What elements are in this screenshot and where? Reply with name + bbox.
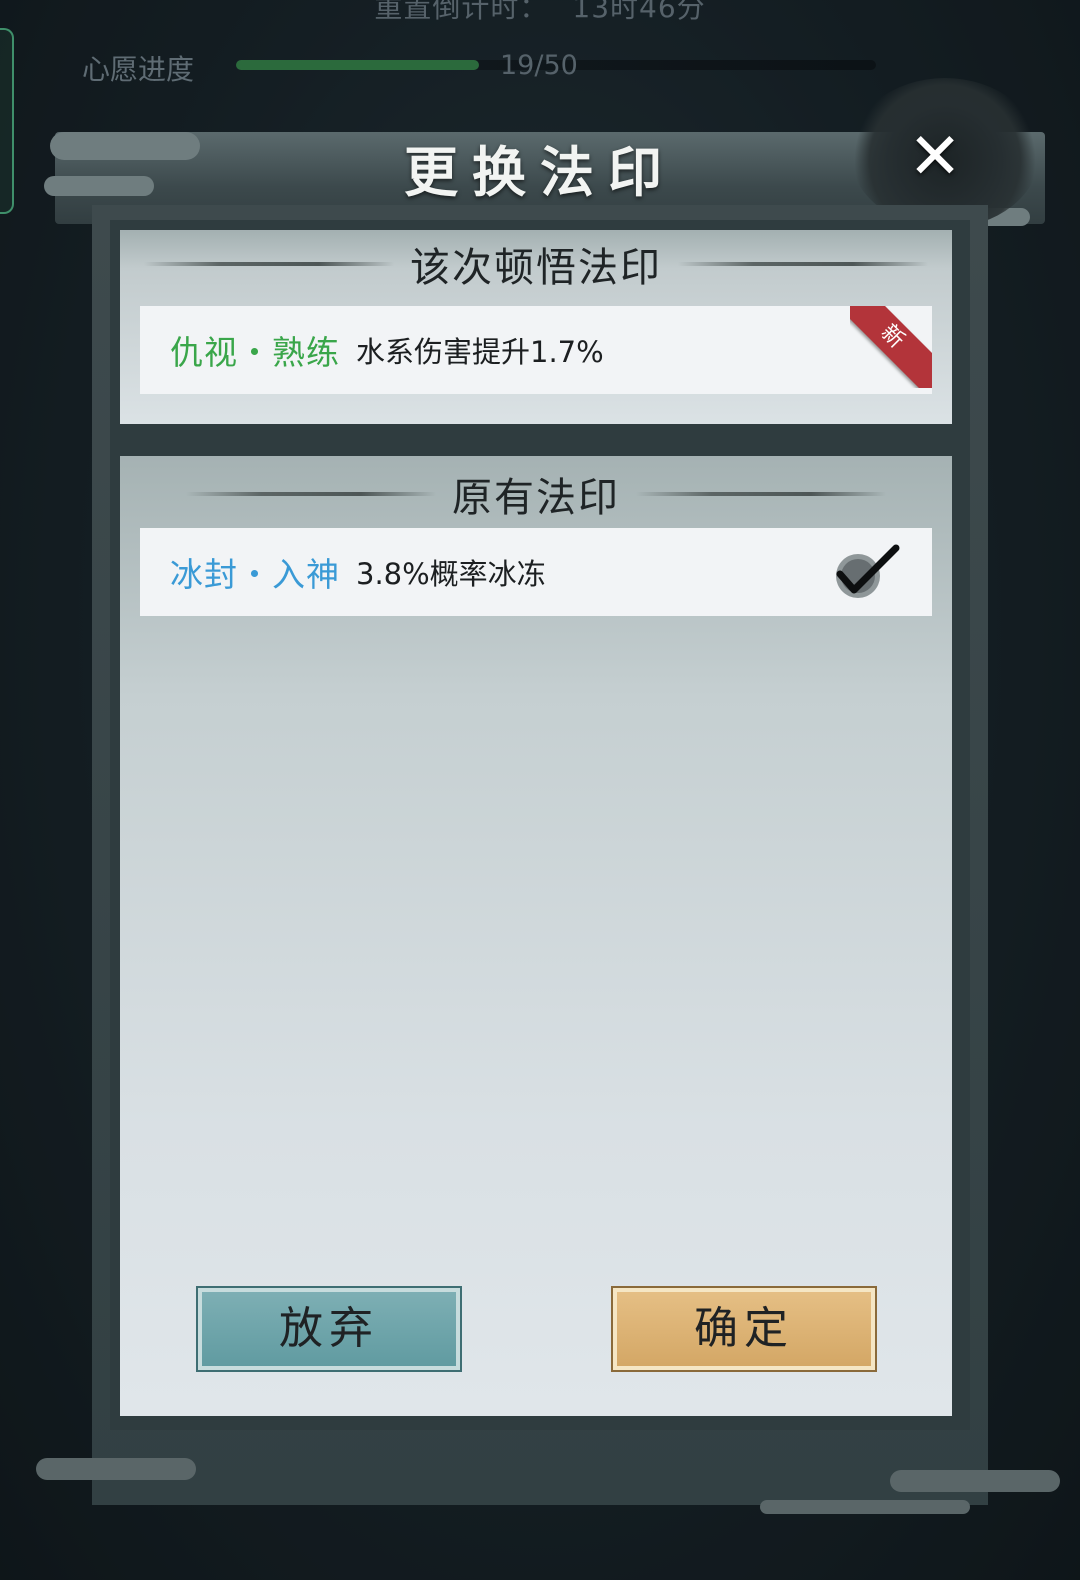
divider [144,262,394,266]
original-seal-name: 冰封・入神 [170,555,340,594]
cloud-decoration [760,1500,970,1514]
original-seal-header: 原有法印 [120,464,952,524]
original-seal-row[interactable]: 冰封・入神 3.8%概率冰冻 [140,528,932,616]
new-seal-name: 仇视・熟练 [170,333,340,372]
confirm-button[interactable]: 确定 [611,1286,877,1372]
original-seal-panel: 原有法印 冰封・入神 3.8%概率冰冻 [120,456,952,1416]
abandon-button[interactable]: 放弃 [196,1286,462,1372]
divider [186,492,436,496]
close-icon[interactable]: ✕ [900,122,970,192]
new-badge: 新 [850,306,932,388]
reset-timer-value: 13时46分 [572,0,706,24]
cloud-decoration [36,1458,196,1480]
wish-progress-label: 心愿进度 [82,53,195,86]
reset-timer: 重置倒计时： 13时46分 [0,0,1080,26]
original-seal-description: 3.8%概率冰冻 [356,557,546,591]
new-seal-panel: 该次顿悟法印 仇视・熟练 水系伤害提升1.7% 新 [120,230,952,424]
divider [678,262,928,266]
check-icon [836,544,900,598]
wish-progress-text: 19/50 [500,50,578,81]
new-seal-header: 该次顿悟法印 [120,234,952,294]
new-seal-description: 水系伤害提升1.7% [356,335,604,369]
divider [636,492,886,496]
new-badge-label: 新 [850,306,932,388]
wish-progress-fill [236,60,480,70]
new-seal-title: 该次顿悟法印 [410,245,662,291]
reset-timer-label: 重置倒计时： [374,0,549,24]
original-seal-title: 原有法印 [452,475,620,521]
cloud-decoration [890,1470,1060,1492]
new-seal-row[interactable]: 仇视・熟练 水系伤害提升1.7% 新 [140,306,932,394]
